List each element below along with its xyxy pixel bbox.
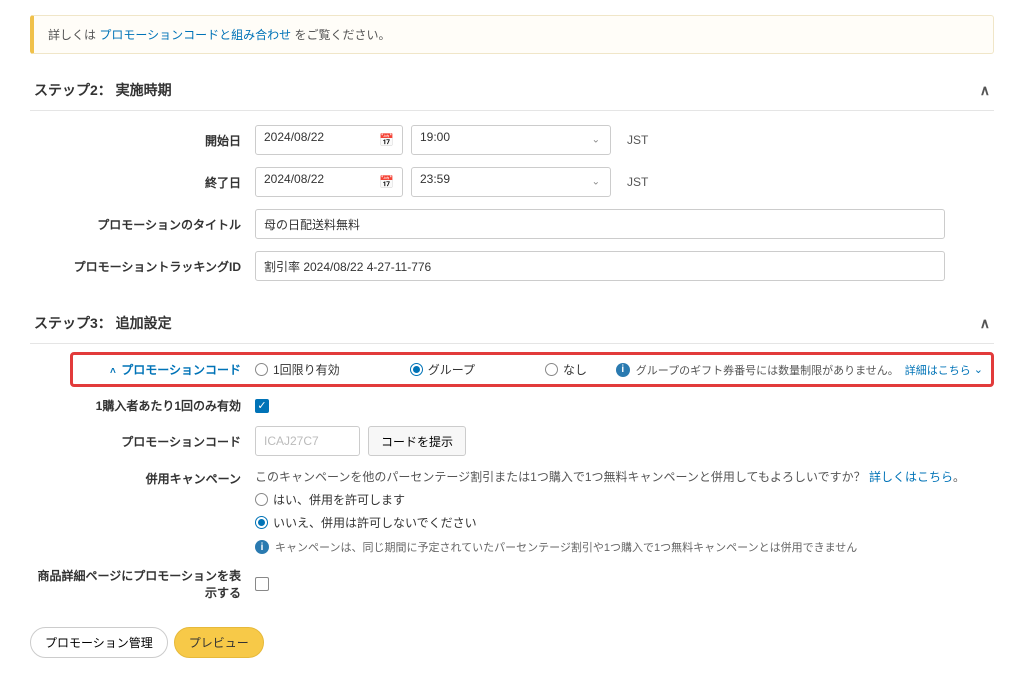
info-link[interactable]: プロモーションコードと組み合わせ	[99, 28, 291, 42]
radio-icon	[255, 493, 268, 506]
end-time-select[interactable]: 23:59 ⌄	[411, 167, 611, 197]
promo-code-radio-group: 1回限り有効 グループ なし	[255, 361, 587, 378]
caret-up-icon: ˄	[110, 366, 116, 377]
chevron-down-icon: ⌄	[592, 177, 600, 188]
calendar-icon: 📅	[379, 133, 394, 147]
timezone-label: JST	[619, 133, 648, 147]
combine-question: このキャンペーンを他のパーセンテージ割引または1つ購入で1つ無料キャンペーンと併…	[255, 468, 965, 485]
promo-code-type-row: ˄ プロモーションコード 1回限り有効 グループ なし i グループのギフト券番…	[70, 352, 994, 387]
info-prefix: 詳しくは	[48, 28, 99, 42]
info-icon: i	[616, 363, 630, 377]
step3-title: ステップ3： 追加設定	[34, 313, 172, 333]
calendar-icon: 📅	[379, 175, 394, 189]
row-start-date: 開始日 2024/08/22 📅 19:00 ⌄ JST	[30, 119, 994, 161]
info-icon: i	[255, 540, 269, 554]
chevron-down-icon: ⌄	[592, 135, 600, 146]
chevron-down-icon: ⌄	[974, 363, 983, 376]
step3-header[interactable]: ステップ3： 追加設定 ∧	[30, 303, 994, 344]
row-one-per-buyer: 1購入者あたり1回のみ有効 ✓	[30, 391, 994, 420]
display-on-page-label: 商品詳細ページにプロモーションを表示する	[30, 567, 255, 601]
combine-note: i キャンペーンは、同じ期間に予定されていたパーセンテージ割引や1つ購入で1つ無…	[255, 539, 857, 555]
radio-icon	[410, 363, 423, 376]
step2-header[interactable]: ステップ2： 実施時期 ∧	[30, 70, 994, 111]
end-date-input[interactable]: 2024/08/22 📅	[255, 167, 403, 197]
step2-title: ステップ2： 実施時期	[34, 80, 172, 100]
manage-promotion-button[interactable]: プロモーション管理	[30, 627, 168, 658]
row-display-on-page: 商品詳細ページにプロモーションを表示する	[30, 561, 994, 607]
chevron-up-icon[interactable]: ∧	[980, 82, 990, 99]
timezone-label: JST	[619, 175, 648, 189]
radio-group-option[interactable]: グループ	[410, 361, 475, 378]
combine-radio-no[interactable]: いいえ、併用は許可しないでください	[255, 514, 477, 531]
one-per-buyer-checkbox[interactable]: ✓	[255, 399, 269, 413]
row-end-date: 終了日 2024/08/22 📅 23:59 ⌄ JST	[30, 161, 994, 203]
end-date-label: 終了日	[30, 174, 255, 191]
suggest-code-button[interactable]: コードを提示	[368, 426, 466, 456]
info-bar: 詳しくは プロモーションコードと組み合わせ をご覧ください。	[30, 15, 994, 54]
promo-code-input[interactable]: ICAJ27C7	[255, 426, 360, 456]
promo-code-type-label[interactable]: ˄ プロモーションコード	[81, 361, 255, 378]
preview-button[interactable]: プレビュー	[174, 627, 264, 658]
radio-icon	[255, 363, 268, 376]
promo-title-label: プロモーションのタイトル	[30, 216, 255, 233]
row-tracking-id: プロモーショントラッキングID 割引率 2024/08/22 4-27-11-7…	[30, 245, 994, 287]
combine-radio-yes[interactable]: はい、併用を許可します	[255, 491, 405, 508]
display-on-page-checkbox[interactable]	[255, 577, 269, 591]
row-promo-code-input: プロモーションコード ICAJ27C7 コードを提示	[30, 420, 994, 462]
start-date-label: 開始日	[30, 132, 255, 149]
promo-title-input[interactable]: 母の日配送料無料	[255, 209, 945, 239]
radio-once[interactable]: 1回限り有効	[255, 361, 340, 378]
start-time-select[interactable]: 19:00 ⌄	[411, 125, 611, 155]
tracking-id-input[interactable]: 割引率 2024/08/22 4-27-11-776	[255, 251, 945, 281]
radio-icon	[545, 363, 558, 376]
combine-detail-link[interactable]: 詳しくはこちら	[869, 470, 953, 484]
bottom-buttons: プロモーション管理 プレビュー	[30, 627, 994, 658]
promo-code-info: i グループのギフト券番号には数量制限がありません。 詳細はこちら ⌄	[616, 362, 983, 378]
promo-code-input-label: プロモーションコード	[30, 433, 255, 450]
tracking-id-label: プロモーショントラッキングID	[30, 258, 255, 275]
info-suffix: をご覧ください。	[294, 28, 390, 42]
chevron-up-icon[interactable]: ∧	[980, 315, 990, 332]
one-per-buyer-label: 1購入者あたり1回のみ有効	[30, 397, 255, 414]
start-date-input[interactable]: 2024/08/22 📅	[255, 125, 403, 155]
radio-none[interactable]: なし	[545, 361, 587, 378]
row-promo-title: プロモーションのタイトル 母の日配送料無料	[30, 203, 994, 245]
detail-link[interactable]: 詳細はこちら ⌄	[905, 362, 983, 378]
combine-label: 併用キャンペーン	[30, 468, 255, 487]
row-combine-campaign: 併用キャンペーン このキャンペーンを他のパーセンテージ割引または1つ購入で1つ無…	[30, 462, 994, 561]
radio-icon	[255, 516, 268, 529]
